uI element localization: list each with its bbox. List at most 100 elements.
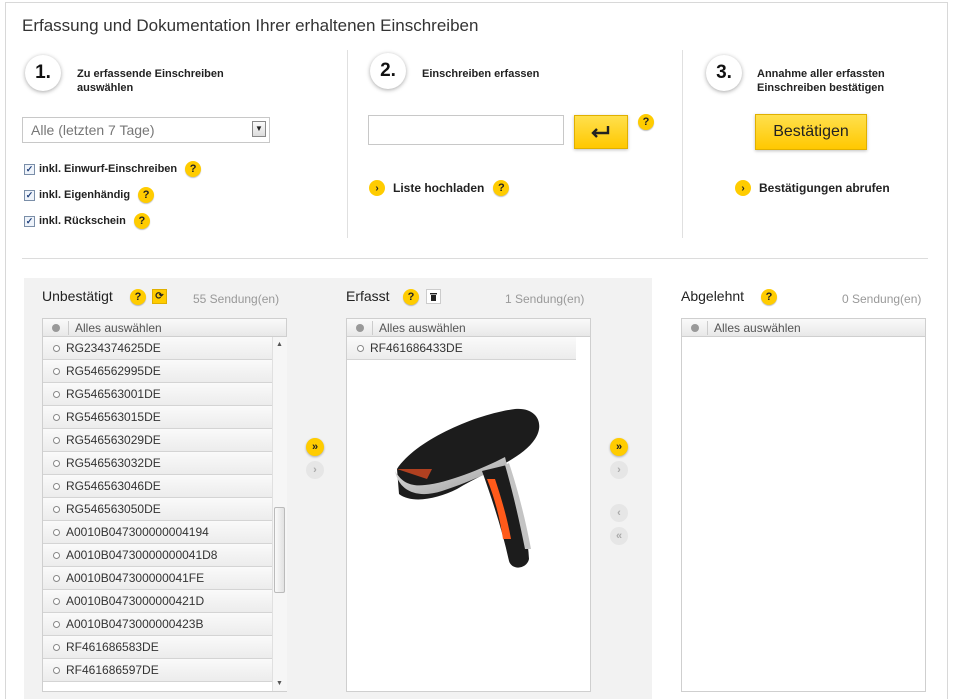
shipment-id: RF461686433DE	[370, 341, 463, 355]
captured-title: Erfasst	[346, 288, 390, 304]
radio-button[interactable]	[53, 551, 60, 559]
scroll-thumb[interactable]	[274, 507, 285, 593]
checkbox-row-eigenhaendig[interactable]: ✓ inkl. Eigenhändig ?	[24, 187, 155, 203]
radio-button[interactable]	[53, 367, 60, 375]
move-all-right-button-2[interactable]: »	[610, 438, 628, 456]
help-icon[interactable]: ?	[138, 187, 155, 203]
radio-button[interactable]	[357, 344, 364, 352]
step-2-number: 2.	[370, 53, 406, 89]
list-item[interactable]: A0010B0473000000423B	[43, 613, 272, 636]
help-icon[interactable]: ?	[185, 161, 202, 177]
chevron-down-icon[interactable]: ▼	[252, 121, 266, 137]
rejected-title: Abgelehnt	[681, 288, 745, 304]
scroll-up-icon[interactable]: ▲	[276, 341, 283, 348]
select-all-dot-icon[interactable]	[52, 323, 60, 332]
checkbox-label-eigenhaendig: inkl. Eigenhändig	[39, 189, 131, 201]
move-right-button[interactable]: ›	[306, 461, 324, 479]
checkbox-row-einwurf[interactable]: ✓ inkl. Einwurf-Einschreiben ?	[24, 161, 202, 177]
help-icon[interactable]: ?	[403, 289, 419, 305]
help-icon[interactable]: ?	[493, 180, 510, 196]
list-item[interactable]: RG546563032DE	[43, 452, 272, 475]
refresh-icon[interactable]: ⟳	[152, 289, 167, 304]
help-icon[interactable]: ?	[133, 213, 150, 229]
list-item[interactable]: RG546562995DE	[43, 360, 272, 383]
move-right-button-2[interactable]: ›	[610, 461, 628, 479]
shipment-id: RG546563046DE	[66, 479, 161, 493]
radio-button[interactable]	[53, 413, 60, 421]
enter-icon	[591, 126, 610, 138]
list-item[interactable]: A0010B04730000000041D8	[43, 544, 272, 567]
checkbox-eigenhaendig[interactable]: ✓	[24, 189, 35, 201]
retrieve-confirmations-link[interactable]: › Bestätigungen abrufen	[735, 180, 890, 196]
help-icon[interactable]: ?	[761, 289, 777, 305]
select-all-dot-icon[interactable]	[356, 323, 364, 332]
checkbox-label-einwurf: inkl. Einwurf-Einschreiben	[39, 163, 178, 175]
list-item[interactable]: RF461686583DE	[43, 636, 272, 659]
shipment-id: RG234374625DE	[66, 341, 161, 355]
select-all-dot-icon[interactable]	[691, 323, 699, 332]
unconfirmed-list[interactable]: Alles auswählen RG234374625DE RG546562995…	[42, 318, 287, 692]
shipment-id: RG546562995DE	[66, 364, 161, 378]
upload-list-link[interactable]: › Liste hochladen ?	[369, 180, 510, 196]
select-all-label: Alles auswählen	[75, 320, 162, 335]
captured-list[interactable]: Alles auswählen RF461686433DE	[346, 318, 591, 692]
shipment-id: RF461686583DE	[66, 640, 159, 654]
section-divider	[22, 258, 928, 259]
list-item[interactable]: A0010B047300000004194	[43, 521, 272, 544]
unconfirmed-scrollbar[interactable]: ▲ ▼	[272, 337, 287, 691]
date-range-value: Alle (letzten 7 Tage)	[31, 122, 155, 138]
date-range-select[interactable]: Alle (letzten 7 Tage) ▼	[22, 117, 270, 143]
move-left-button[interactable]: ‹	[610, 504, 628, 522]
shipment-code-input[interactable]	[368, 115, 564, 145]
radio-button[interactable]	[53, 666, 60, 674]
select-all-captured[interactable]: Alles auswählen	[347, 319, 590, 337]
radio-button[interactable]	[53, 528, 60, 536]
list-item[interactable]: RG546563015DE	[43, 406, 272, 429]
move-all-right-button[interactable]: »	[306, 438, 324, 456]
move-all-left-button[interactable]: «	[610, 527, 628, 545]
shipment-id: A0010B0473000000421D	[66, 594, 205, 608]
step-2-label: Einschreiben erfassen	[422, 68, 540, 80]
rejected-count: 0 Sendung(en)	[842, 292, 922, 306]
radio-button[interactable]	[53, 459, 60, 467]
list-item[interactable]: RF461686433DE	[347, 337, 576, 360]
radio-button[interactable]	[53, 620, 60, 628]
help-icon[interactable]: ?	[638, 114, 654, 130]
checkbox-einwurf[interactable]: ✓	[24, 163, 35, 175]
list-item[interactable]: RG546563001DE	[43, 383, 272, 406]
checkbox-row-rueckschein[interactable]: ✓ inkl. Rückschein ?	[24, 213, 150, 229]
step-1-label: Zu erfassende Einschreiben auswählen	[77, 67, 224, 95]
checkbox-rueckschein[interactable]: ✓	[24, 215, 35, 227]
page-title: Erfassung und Dokumentation Ihrer erhalt…	[22, 16, 479, 35]
confirm-button[interactable]: Bestätigen	[755, 114, 867, 150]
radio-button[interactable]	[53, 344, 60, 352]
radio-button[interactable]	[53, 505, 60, 513]
radio-button[interactable]	[53, 436, 60, 444]
list-item[interactable]: RF461686597DE	[43, 659, 272, 682]
list-item[interactable]: RG546563050DE	[43, 498, 272, 521]
step-1-label-line1: Zu erfassende Einschreiben	[77, 68, 224, 80]
list-item[interactable]: RG234374625DE	[43, 337, 272, 360]
radio-button[interactable]	[53, 597, 60, 605]
select-all-unconfirmed[interactable]: Alles auswählen	[43, 319, 286, 337]
enter-button[interactable]	[574, 115, 628, 149]
step-3-label-line1: Annahme aller erfassten	[757, 68, 885, 80]
list-item[interactable]: A0010B047300000041FE	[43, 567, 272, 590]
shipment-id: A0010B0473000000423B	[66, 617, 204, 631]
trash-icon[interactable]	[426, 289, 441, 304]
radio-button[interactable]	[53, 390, 60, 398]
select-all-rejected[interactable]: Alles auswählen	[682, 319, 925, 337]
list-item[interactable]: RG546563046DE	[43, 475, 272, 498]
list-item[interactable]: A0010B0473000000421D	[43, 590, 272, 613]
scroll-down-icon[interactable]: ▼	[276, 680, 283, 687]
shipment-id: A0010B047300000041FE	[66, 571, 205, 585]
step-1-label-line2: auswählen	[77, 82, 134, 94]
help-icon[interactable]: ?	[130, 289, 146, 305]
radio-button[interactable]	[53, 574, 60, 582]
radio-button[interactable]	[53, 482, 60, 490]
radio-button[interactable]	[53, 643, 60, 651]
rejected-list[interactable]: Alles auswählen	[681, 318, 926, 692]
shipment-id: RG546563050DE	[66, 502, 161, 516]
list-item[interactable]: RG546563029DE	[43, 429, 272, 452]
step-3-number: 3.	[706, 55, 742, 91]
